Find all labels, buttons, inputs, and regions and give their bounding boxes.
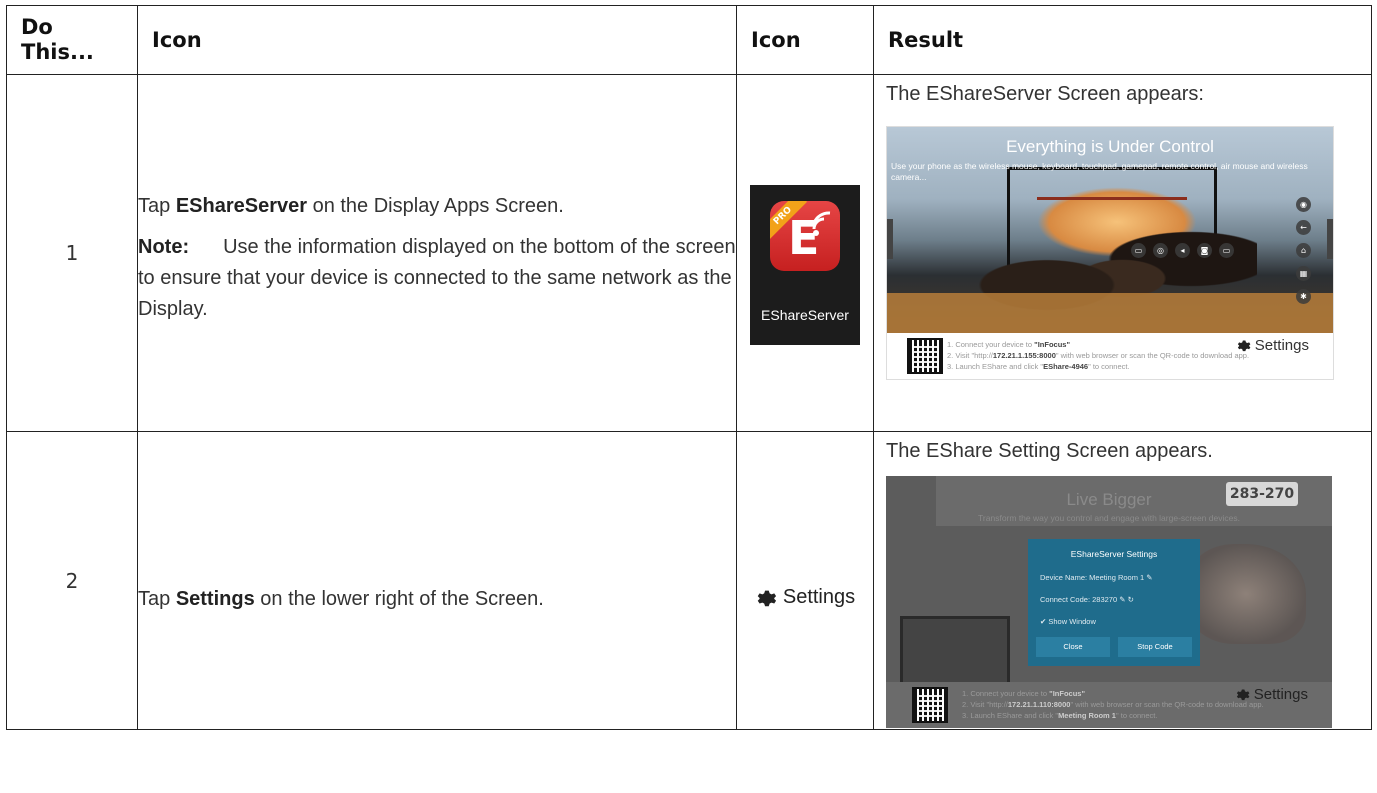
connection-instructions: 1. Connect your device to "InFocus" 2. V… xyxy=(947,340,1250,371)
connection-instructions: 1. Connect your device to "InFocus" 2. V… xyxy=(962,689,1264,720)
screenshot-subline: Transform the way you control and engage… xyxy=(978,513,1240,523)
instruction-table: Do This... Icon Icon Result 1 Tap EShare… xyxy=(6,5,1372,730)
eshareserver-screenshot: Everything is Under Control Use your pho… xyxy=(886,126,1334,380)
icon-cell: PRO E EShareServer xyxy=(736,74,874,432)
table-row: 1 Tap EShareServer on the Display Apps S… xyxy=(6,74,1372,432)
back-icon: ← xyxy=(1296,220,1311,235)
eshare-setting-screenshot: Live Bigger Transform the way you contro… xyxy=(886,476,1332,728)
gear-icon xyxy=(1236,689,1250,701)
home-icon: ⌂ xyxy=(1296,243,1311,258)
apps-icon: ▦ xyxy=(1296,266,1311,281)
screenshot-headline: Everything is Under Control xyxy=(1006,137,1214,156)
step-description: Tap EShareServer on the Display Apps Scr… xyxy=(137,74,737,432)
settings-button[interactable]: Settings xyxy=(1236,337,1309,354)
show-window-checkbox[interactable]: ✔ Show Window xyxy=(1040,617,1096,626)
table-row: 2 Tap Settings on the lower right of the… xyxy=(6,431,1372,730)
header-icon-2: Icon xyxy=(736,5,874,75)
icon-cell: Settings xyxy=(736,431,874,730)
qr-code-icon xyxy=(912,687,948,723)
header-do-this: Do This... xyxy=(6,5,138,75)
gear-icon xyxy=(1237,340,1251,352)
remote-icon: ◉ xyxy=(1296,197,1311,212)
note: Note: Use the information displayed on th… xyxy=(138,236,736,320)
qr-code-icon xyxy=(907,338,943,374)
file-icon: ▭ xyxy=(1131,243,1146,258)
step-number: 2 xyxy=(6,431,138,730)
settings-button[interactable]: Settings xyxy=(1235,686,1308,703)
step-description: Tap Settings on the lower right of the S… xyxy=(137,431,737,730)
header-row: Do This... Icon Icon Result xyxy=(6,5,1372,75)
volume-icon: ◂ xyxy=(1175,243,1190,258)
app-name: EShareServer xyxy=(175,195,308,217)
device-name-field[interactable]: Device Name: Meeting Room 1 ✎ xyxy=(1040,573,1153,582)
capture-icon: ◎ xyxy=(1153,243,1168,258)
carousel-left-arrow[interactable] xyxy=(887,219,893,259)
laptop-image xyxy=(900,616,1010,686)
carousel-right-arrow[interactable] xyxy=(1327,219,1333,259)
settings-button[interactable]: Settings xyxy=(755,586,855,609)
camera-icon: ◙ xyxy=(1197,243,1212,258)
screenshot-subline: Use your phone as the wireless mouse, ke… xyxy=(891,161,1308,182)
header-result: Result xyxy=(873,5,1372,75)
stop-code-button[interactable]: Stop Code xyxy=(1118,637,1192,657)
cast-icon xyxy=(812,211,831,236)
screen-icon: ▭ xyxy=(1219,243,1234,258)
connect-code-field[interactable]: Connect Code: 283270 ✎ ↻ xyxy=(1040,595,1134,604)
settings-small-icon: ✱ xyxy=(1296,289,1311,304)
settings-dialog: EShareServer Settings Device Name: Meeti… xyxy=(1028,539,1200,666)
baby-image xyxy=(1186,544,1306,644)
step-number: 1 xyxy=(6,74,138,432)
connect-code-badge: 283-270 xyxy=(1226,482,1298,506)
result-cell: The EShareServer Screen appears: Everyth… xyxy=(873,74,1372,432)
settings-name: Settings xyxy=(175,588,255,610)
result-cell: The EShare Setting Screen appears. Live … xyxy=(873,431,1372,730)
close-button[interactable]: Close xyxy=(1036,637,1110,657)
header-icon: Icon xyxy=(137,5,737,75)
gear-icon xyxy=(757,590,776,606)
eshareserver-app-icon[interactable]: PRO E EShareServer xyxy=(750,185,860,345)
